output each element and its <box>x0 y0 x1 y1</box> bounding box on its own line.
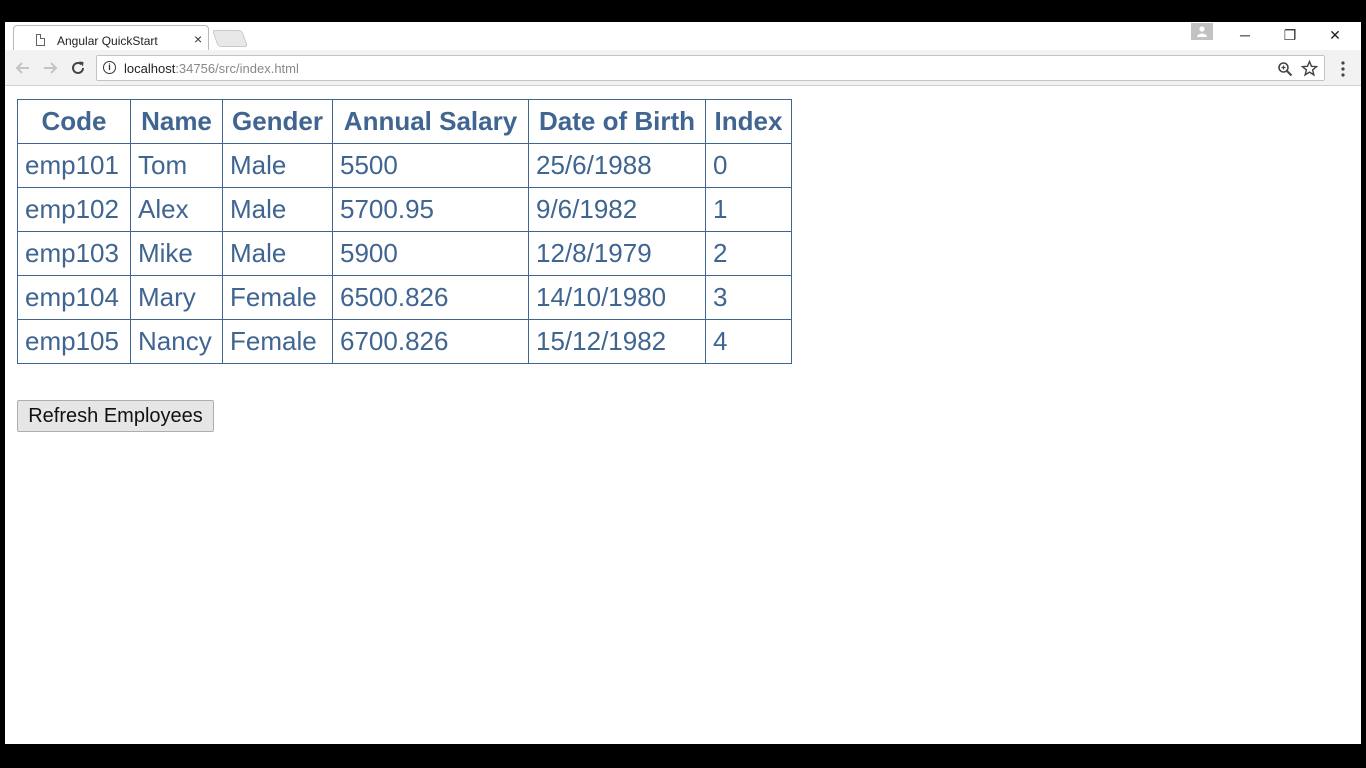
tab-title: Angular QuickStart <box>57 34 158 48</box>
tab-angular-quickstart[interactable]: Angular QuickStart × <box>13 25 209 50</box>
cell-name: Mary <box>130 275 223 320</box>
cell-code: emp104 <box>17 275 131 320</box>
page-icon <box>36 34 45 46</box>
bookmark-star-icon[interactable] <box>1301 60 1318 77</box>
forward-button[interactable] <box>39 57 61 79</box>
cell-date-of-birth: 9/6/1982 <box>528 187 706 232</box>
page-content: Code Name Gender Annual Salary Date of B… <box>5 86 1361 744</box>
cell-index: 3 <box>705 275 792 320</box>
table-row: emp103 Mike Male 5900 12/8/1979 2 <box>17 231 792 276</box>
zoom-icon[interactable] <box>1277 61 1293 77</box>
profile-icon <box>1197 26 1207 37</box>
site-info-icon[interactable]: i <box>103 61 116 74</box>
kebab-menu-icon[interactable] <box>1333 59 1353 79</box>
cell-annual-salary: 5500 <box>332 143 529 188</box>
cell-index: 2 <box>705 231 792 276</box>
cell-code: emp103 <box>17 231 131 276</box>
cell-gender: Female <box>222 319 333 364</box>
column-header-date-of-birth: Date of Birth <box>528 99 706 144</box>
profile-button[interactable] <box>1191 23 1213 40</box>
cell-name: Nancy <box>130 319 223 364</box>
cell-date-of-birth: 15/12/1982 <box>528 319 706 364</box>
browser-toolbar: i localhost:34756/src/index.html <box>5 50 1361 86</box>
tab-close-icon[interactable]: × <box>194 31 202 47</box>
column-header-annual-salary: Annual Salary <box>332 99 529 144</box>
browser-window: Angular QuickStart × ─ ❐ ✕ i localhost:3… <box>5 22 1361 744</box>
cell-index: 1 <box>705 187 792 232</box>
cell-index: 4 <box>705 319 792 364</box>
back-arrow-icon <box>15 62 29 74</box>
table-header-row: Code Name Gender Annual Salary Date of B… <box>17 99 792 144</box>
cell-code: emp102 <box>17 187 131 232</box>
table-row: emp101 Tom Male 5500 25/6/1988 0 <box>17 143 792 188</box>
back-button[interactable] <box>12 57 34 79</box>
cell-annual-salary: 6700.826 <box>332 319 529 364</box>
refresh-employees-button[interactable]: Refresh Employees <box>17 400 214 432</box>
new-tab-button[interactable] <box>211 30 249 47</box>
cell-gender: Male <box>222 143 333 188</box>
cell-date-of-birth: 25/6/1988 <box>528 143 706 188</box>
forward-arrow-icon <box>44 62 58 74</box>
table-row: emp105 Nancy Female 6700.826 15/12/1982 … <box>17 319 792 364</box>
minimize-button[interactable]: ─ <box>1222 24 1268 46</box>
cell-annual-salary: 5900 <box>332 231 529 276</box>
column-header-name: Name <box>130 99 223 144</box>
url-text: localhost:34756/src/index.html <box>124 61 299 76</box>
cell-date-of-birth: 14/10/1980 <box>528 275 706 320</box>
reload-icon <box>72 61 84 74</box>
cell-gender: Male <box>222 231 333 276</box>
column-header-code: Code <box>17 99 131 144</box>
cell-code: emp105 <box>17 319 131 364</box>
address-bar[interactable]: i localhost:34756/src/index.html <box>96 55 1325 81</box>
cell-annual-salary: 6500.826 <box>332 275 529 320</box>
cell-name: Alex <box>130 187 223 232</box>
cell-annual-salary: 5700.95 <box>332 187 529 232</box>
cell-index: 0 <box>705 143 792 188</box>
close-window-button[interactable]: ✕ <box>1312 24 1358 46</box>
cell-name: Mike <box>130 231 223 276</box>
employee-table: Code Name Gender Annual Salary Date of B… <box>17 99 792 364</box>
cell-date-of-birth: 12/8/1979 <box>528 231 706 276</box>
column-header-index: Index <box>705 99 792 144</box>
cell-gender: Male <box>222 187 333 232</box>
restore-button[interactable]: ❐ <box>1267 24 1313 46</box>
table-row: emp104 Mary Female 6500.826 14/10/1980 3 <box>17 275 792 320</box>
table-row: emp102 Alex Male 5700.95 9/6/1982 1 <box>17 187 792 232</box>
cell-name: Tom <box>130 143 223 188</box>
cell-gender: Female <box>222 275 333 320</box>
tab-strip: Angular QuickStart × ─ ❐ ✕ <box>5 22 1361 50</box>
column-header-gender: Gender <box>222 99 333 144</box>
reload-button[interactable] <box>67 57 89 79</box>
cell-code: emp101 <box>17 143 131 188</box>
